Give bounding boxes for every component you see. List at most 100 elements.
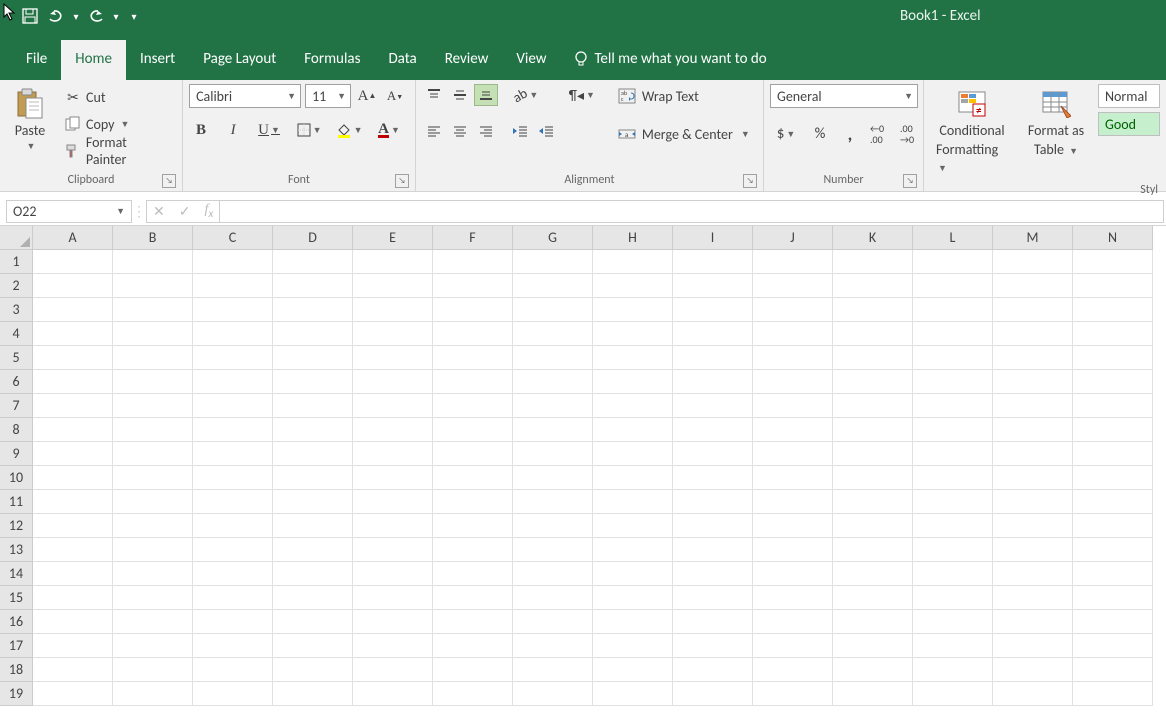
column-header[interactable]: N — [1073, 226, 1153, 250]
cell[interactable] — [433, 322, 513, 346]
merge-center-button[interactable]: a Merge & Center ▼ — [612, 122, 756, 146]
cell[interactable] — [353, 442, 433, 466]
row-header[interactable]: 15 — [0, 586, 33, 610]
font-color-button[interactable]: A ▼ — [373, 118, 405, 142]
cell[interactable] — [593, 394, 673, 418]
cell[interactable] — [1073, 658, 1153, 682]
cell[interactable] — [833, 658, 913, 682]
row-header[interactable]: 19 — [0, 682, 33, 706]
cell[interactable] — [113, 466, 193, 490]
paste-button[interactable]: Paste ▼ — [6, 84, 54, 156]
cell[interactable] — [593, 610, 673, 634]
cell[interactable] — [433, 298, 513, 322]
cell[interactable] — [913, 466, 993, 490]
cell[interactable] — [113, 394, 193, 418]
cell[interactable] — [33, 514, 113, 538]
cell[interactable] — [433, 658, 513, 682]
align-right-button[interactable] — [474, 120, 498, 142]
undo-button[interactable] — [44, 4, 68, 28]
cell[interactable] — [913, 682, 993, 706]
column-header[interactable]: F — [433, 226, 513, 250]
cell[interactable] — [593, 586, 673, 610]
cell[interactable] — [833, 562, 913, 586]
cell[interactable] — [833, 586, 913, 610]
cell[interactable] — [993, 442, 1073, 466]
cell[interactable] — [273, 682, 353, 706]
formula-input[interactable] — [220, 200, 1164, 223]
cell[interactable] — [673, 490, 753, 514]
cell[interactable] — [993, 538, 1073, 562]
column-header[interactable]: C — [193, 226, 273, 250]
cell[interactable] — [273, 610, 353, 634]
cell[interactable] — [433, 634, 513, 658]
cell[interactable] — [433, 586, 513, 610]
cell[interactable] — [33, 418, 113, 442]
cell[interactable] — [353, 466, 433, 490]
cell[interactable] — [993, 370, 1073, 394]
column-header[interactable]: K — [833, 226, 913, 250]
cell[interactable] — [753, 418, 833, 442]
cell[interactable] — [433, 442, 513, 466]
row-header[interactable]: 7 — [0, 394, 33, 418]
cell[interactable] — [833, 442, 913, 466]
cell[interactable] — [353, 322, 433, 346]
cell[interactable] — [513, 514, 593, 538]
row-header[interactable]: 5 — [0, 346, 33, 370]
cell[interactable] — [673, 514, 753, 538]
cell[interactable] — [1073, 298, 1153, 322]
cell[interactable] — [913, 274, 993, 298]
cell[interactable] — [993, 250, 1073, 274]
cell-style-normal[interactable]: Normal — [1098, 84, 1160, 108]
cell[interactable] — [433, 538, 513, 562]
cell[interactable] — [673, 298, 753, 322]
cell[interactable] — [1073, 418, 1153, 442]
cell[interactable] — [753, 634, 833, 658]
cell[interactable] — [913, 490, 993, 514]
cell[interactable] — [593, 538, 673, 562]
cell[interactable] — [1073, 682, 1153, 706]
cell[interactable] — [993, 562, 1073, 586]
cell[interactable] — [113, 658, 193, 682]
tab-formulas[interactable]: Formulas — [290, 40, 374, 80]
cell[interactable] — [193, 610, 273, 634]
cell[interactable] — [273, 466, 353, 490]
cell[interactable] — [33, 274, 113, 298]
enter-formula-button[interactable]: ✓ — [179, 203, 191, 220]
decrease-indent-button[interactable] — [508, 120, 532, 142]
cell[interactable] — [513, 658, 593, 682]
cell[interactable] — [753, 562, 833, 586]
increase-decimal-button[interactable]: ←0.00 — [868, 122, 892, 146]
cell[interactable] — [513, 298, 593, 322]
cell[interactable] — [113, 586, 193, 610]
cell[interactable] — [353, 658, 433, 682]
cell[interactable] — [33, 370, 113, 394]
cell[interactable] — [673, 274, 753, 298]
row-header[interactable]: 10 — [0, 466, 33, 490]
cell[interactable] — [833, 298, 913, 322]
column-header[interactable]: H — [593, 226, 673, 250]
cell[interactable] — [113, 490, 193, 514]
cell[interactable] — [513, 490, 593, 514]
cell[interactable] — [193, 490, 273, 514]
cell[interactable] — [1073, 490, 1153, 514]
cell[interactable] — [513, 634, 593, 658]
dialog-launcher-icon[interactable]: ↘ — [395, 174, 409, 188]
tab-view[interactable]: View — [502, 40, 560, 80]
cell[interactable] — [113, 514, 193, 538]
format-painter-button[interactable]: Format Painter — [58, 138, 176, 164]
row-header[interactable]: 8 — [0, 418, 33, 442]
cell[interactable] — [273, 634, 353, 658]
cell[interactable] — [1073, 562, 1153, 586]
cell[interactable] — [33, 682, 113, 706]
cell[interactable] — [273, 298, 353, 322]
cancel-formula-button[interactable]: ✕ — [153, 203, 165, 220]
cell[interactable] — [193, 370, 273, 394]
underline-button[interactable]: U▼ — [253, 118, 285, 142]
font-name-combo[interactable]: Calibri ▼ — [189, 84, 301, 108]
cell[interactable] — [353, 418, 433, 442]
cell[interactable] — [833, 418, 913, 442]
cell[interactable] — [433, 466, 513, 490]
cell[interactable] — [833, 466, 913, 490]
cell[interactable] — [593, 250, 673, 274]
cell[interactable] — [273, 562, 353, 586]
